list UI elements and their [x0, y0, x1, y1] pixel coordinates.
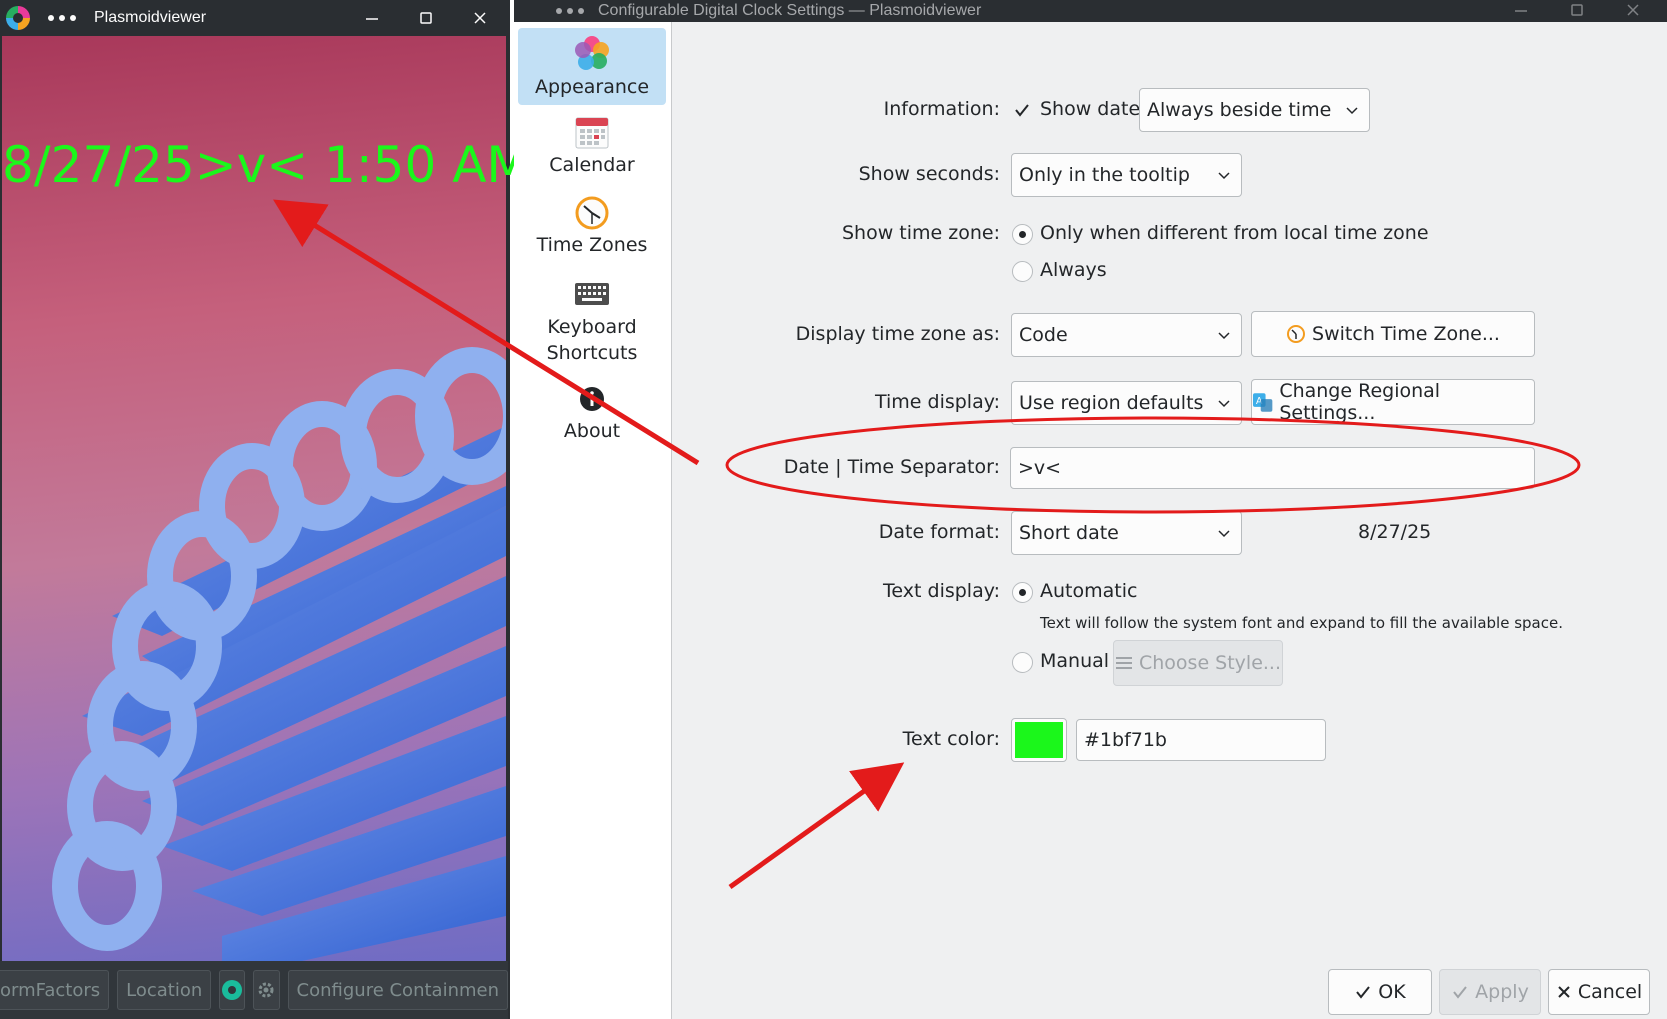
ok-button[interactable]: OK: [1328, 969, 1432, 1015]
maximize-button[interactable]: [412, 6, 440, 30]
language-icon: A: [1252, 393, 1273, 412]
plasma-icon: [222, 980, 243, 1000]
text-color-input[interactable]: #1bf71b: [1076, 719, 1326, 761]
minimize-button[interactable]: [358, 6, 386, 30]
window-title: Plasmoidviewer: [94, 9, 207, 26]
text-display-automatic-label: Automatic: [1040, 580, 1138, 602]
sidebar-item-label: About: [563, 420, 621, 442]
tz-always-radio[interactable]: [1012, 261, 1033, 282]
separator-input[interactable]: >v<: [1010, 447, 1535, 489]
combo-value: Code: [1019, 324, 1068, 346]
sidebar-item-time-zones[interactable]: Time Zones: [518, 192, 666, 270]
sidebar-item-about[interactable]: About: [518, 378, 666, 458]
show-seconds-label: Show seconds:: [858, 163, 1000, 185]
show-date-checkbox[interactable]: [1012, 100, 1032, 120]
date-format-combo[interactable]: Short date: [1011, 511, 1242, 555]
plasma-logo-icon: [6, 6, 30, 30]
button-label: Choose Style...: [1138, 652, 1282, 674]
button-label: Change Regional Settings...: [1279, 380, 1441, 424]
date-format-label: Date format:: [878, 521, 1000, 543]
plasmoidviewer-titlebar: Plasmoidviewer: [0, 0, 510, 36]
checkmark-icon: [1356, 986, 1371, 999]
sidebar-item-keyboard-shortcuts[interactable]: Keyboard Shortcuts: [518, 274, 666, 378]
window-menu-icon[interactable]: [556, 8, 584, 14]
text-display-label: Text display:: [883, 580, 1000, 602]
chevron-down-icon: [1218, 332, 1230, 340]
plasma-button[interactable]: [219, 970, 246, 1010]
sidebar-item-calendar[interactable]: Calendar: [518, 112, 666, 188]
chevron-down-icon: [1218, 530, 1230, 538]
text-display-automatic-radio[interactable]: [1012, 582, 1033, 603]
minimize-button[interactable]: [1507, 0, 1535, 22]
show-date-position-combo[interactable]: Always beside time: [1139, 88, 1370, 132]
sidebar-item-label: Time Zones: [536, 234, 648, 256]
combo-value: Short date: [1019, 522, 1119, 544]
tz-different-label: Only when different from local time zone: [1040, 222, 1429, 244]
color-swatch: [1015, 722, 1063, 758]
input-value: #1bf71b: [1084, 729, 1167, 751]
close-icon: [1558, 986, 1570, 998]
appearance-icon: [575, 36, 609, 70]
text-color-swatch-button[interactable]: [1011, 718, 1067, 762]
choose-style-button[interactable]: Choose Style...: [1113, 640, 1283, 686]
button-label: Switch Time Zone...: [1312, 323, 1500, 345]
text-display-hint: Text will follow the system font and exp…: [1040, 614, 1563, 632]
chevron-down-icon: [1218, 400, 1230, 408]
sidebar-item-label: Calendar: [549, 154, 635, 176]
combo-value: Only in the tooltip: [1019, 164, 1190, 186]
button-label: OK: [1378, 981, 1406, 1003]
button-label: Apply: [1475, 981, 1529, 1003]
clock-icon: [575, 196, 609, 230]
keyboard-icon: [575, 283, 609, 305]
chevron-down-icon: [1218, 172, 1230, 180]
checkmark-icon: [1453, 986, 1467, 999]
location-button[interactable]: Location: [117, 970, 212, 1010]
chevron-down-icon: [1346, 107, 1358, 115]
sidebar-item-appearance[interactable]: Appearance: [518, 28, 666, 105]
apply-button[interactable]: Apply: [1439, 969, 1541, 1015]
configure-containment-button[interactable]: Configure Containmen: [287, 970, 508, 1010]
text-display-manual-radio[interactable]: [1012, 652, 1033, 673]
form-factors-button[interactable]: ormFactors: [0, 970, 110, 1010]
info-icon: [580, 387, 604, 411]
menu-lines-icon: [1115, 657, 1132, 669]
combo-value: Use region defaults: [1019, 392, 1204, 414]
show-time-zone-label: Show time zone:: [841, 222, 1000, 244]
tz-always-label: Always: [1040, 259, 1107, 281]
show-seconds-combo[interactable]: Only in the tooltip: [1011, 153, 1242, 197]
clock-icon: [1287, 325, 1306, 343]
combo-value: Always beside time: [1147, 99, 1332, 121]
display-tz-label: Display time zone as:: [795, 323, 1000, 345]
maximize-button[interactable]: [1563, 0, 1591, 22]
separator-label: Date | Time Separator:: [783, 456, 1000, 478]
plasmoidviewer-toolbar: ormFactors Location Configure Containmen: [0, 961, 508, 1019]
gear-icon: [258, 982, 274, 998]
text-display-manual-label: Manual: [1040, 650, 1110, 672]
window-menu-icon[interactable]: [48, 15, 76, 21]
tz-different-radio[interactable]: [1012, 224, 1033, 245]
date-preview: 8/27/25: [1358, 521, 1432, 543]
show-date-label: Show date: [1040, 98, 1141, 120]
information-label: Information:: [883, 98, 1000, 120]
change-regional-settings-button[interactable]: A Change Regional Settings...: [1251, 379, 1535, 425]
calendar-icon: [575, 117, 609, 149]
close-button[interactable]: [1619, 0, 1647, 22]
display-tz-combo[interactable]: Code: [1011, 313, 1242, 357]
close-button[interactable]: [466, 6, 494, 30]
switch-time-zone-button[interactable]: Switch Time Zone...: [1251, 311, 1535, 357]
settings-titlebar: Configurable Digital Clock Settings — Pl…: [514, 0, 1667, 22]
button-label: Cancel: [1577, 981, 1643, 1003]
settings-sidebar: Appearance Calendar Time Zones Keyboard …: [514, 22, 672, 1019]
checkmark-icon: [1015, 104, 1029, 117]
text-color-label: Text color:: [902, 728, 1000, 750]
window-title: Configurable Digital Clock Settings — Pl…: [598, 2, 982, 19]
time-display-combo[interactable]: Use region defaults: [1011, 381, 1242, 425]
settings-button[interactable]: [253, 970, 280, 1010]
input-value: >v<: [1018, 457, 1062, 479]
sidebar-item-label: Keyboard Shortcuts: [546, 316, 638, 364]
time-display-label: Time display:: [874, 391, 1000, 413]
cancel-button[interactable]: Cancel: [1548, 969, 1650, 1015]
sidebar-item-label: Appearance: [534, 76, 650, 98]
clock-display: 8/27/25>v< 1:50 AM: [2, 136, 530, 194]
